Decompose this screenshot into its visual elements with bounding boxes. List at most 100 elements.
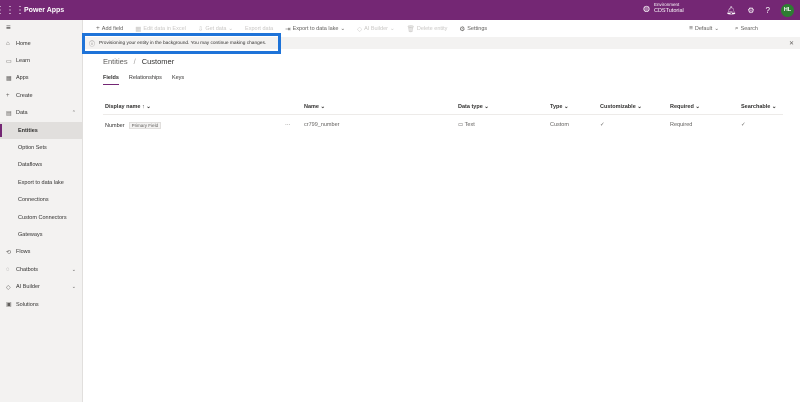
sidebar-item-dataflows[interactable]: Dataflows [0,157,82,174]
column-name[interactable]: Name ⌄ [304,104,325,110]
sidebar-item-label: Flows [16,249,31,256]
sidebar-item-label: Apps [16,75,29,82]
export-data-button[interactable]: Export data [245,26,273,32]
tab-keys[interactable]: Keys [172,75,184,85]
sidebar-item-home[interactable]: ⌂ Home [0,35,82,52]
chevron-up-icon: ⌃ [71,110,76,117]
tab-list: Fields Relationships Keys [103,75,184,85]
sidebar-item-label: Entities [18,127,38,134]
app-brand[interactable]: Power Apps [24,7,64,14]
text-type-icon: ▭ [458,122,464,128]
bell-icon[interactable]: 🔔︎ [726,6,736,15]
globe-icon: ◍ [643,4,650,13]
get-data-button[interactable]: ⇩ Get data ⌄ [198,25,233,33]
sidebar-item-label: Learn [16,58,31,65]
breadcrumb-current: Customer [141,57,175,66]
sidebar-item-label: Gateways [18,231,43,238]
more-options-icon[interactable]: ··· [285,122,291,128]
chevron-down-icon: ⌄ [389,25,395,32]
chevron-down-icon: ⌄ [71,266,76,273]
column-display-name[interactable]: Display name ↑ ⌄ [105,104,151,110]
search-placeholder: Search [740,25,758,32]
chevron-down-icon: ⌄ [228,25,234,32]
sidebar-item-ai-builder[interactable]: ◇ AI Builder ⌄ [0,278,82,295]
view-label: Default [694,25,713,32]
settings-label: Settings [467,25,488,32]
sidebar-item-flows[interactable]: ⟲ Flows [0,244,82,261]
sidebar-item-option-sets[interactable]: Option Sets [0,139,82,156]
close-icon[interactable]: ✕ [789,40,794,47]
sidebar-item-create[interactable]: + Create [0,87,82,104]
sidebar-item-export-to-data-lake[interactable]: Export to data lake [0,174,82,191]
data-type-text: Text [464,122,475,128]
export-lake-button[interactable]: ⇥ Export to data lake ⌄ [285,25,345,33]
column-customizable[interactable]: Customizable ⌄ [600,104,642,110]
help-icon[interactable]: ? [766,6,770,15]
waffle-icon[interactable]: ⋮⋮⋮ [0,0,25,20]
sidebar-item-custom-connectors[interactable]: Custom Connectors [0,209,82,226]
ai-builder-label: AI Builder [364,25,388,32]
settings-button[interactable]: ⚙ Settings [459,25,487,33]
excel-icon: ▦ [135,25,142,33]
sidebar-item-learn[interactable]: ▭ Learn [0,52,82,69]
chatbot-icon: ◌ [6,266,10,273]
sidebar-item-label: Home [16,40,31,47]
hamburger-icon[interactable]: ≡ [0,20,82,35]
highlight-box [82,33,281,54]
chevron-down-icon: ⌄ [695,104,700,110]
import-icon: ⇩ [197,25,204,33]
sidebar-item-label: Dataflows [18,162,43,169]
sidebar-item-connections[interactable]: Connections [0,192,82,209]
sidebar-item-label: Chatbots [16,266,39,273]
sidebar-item-label: Create [16,92,33,99]
cell-required: Required [670,122,693,128]
cell-display-name[interactable]: Number Primary Field [105,122,162,129]
home-icon: ⌂ [6,40,10,47]
sidebar-item-chatbots[interactable]: ◌ Chatbots ⌄ [0,261,82,278]
solutions-icon: ▣ [6,302,12,309]
column-label: Display name [105,104,141,110]
export-lake-label: Export to data lake [292,25,339,32]
sidebar-item-apps[interactable]: ▦ Apps [0,70,82,87]
get-data-label: Get data [205,25,227,32]
sidebar-item-gateways[interactable]: Gateways [0,226,82,243]
environment-picker[interactable]: ◍ Environment CDSTutorial [643,2,684,16]
ai-builder-icon: ◇ [357,25,363,33]
sidebar-item-data[interactable]: ▤ Data ⌃ [0,105,82,122]
sidebar-item-label: AI Builder [16,284,40,291]
sidebar-item-label: Custom Connectors [18,214,67,221]
searchable-check-icon: ✓ [741,122,746,128]
column-searchable[interactable]: Searchable ⌄ [741,104,777,110]
view-selector[interactable]: ≡ Default ⌄ [689,25,719,32]
column-label: Searchable [741,104,771,110]
column-required[interactable]: Required ⌄ [670,104,700,110]
customizable-check-icon: ✓ [600,122,605,128]
column-label: Type [550,104,563,110]
chevron-down-icon: ⌄ [563,104,569,110]
sidebar-item-solutions[interactable]: ▣ Solutions [0,296,82,313]
breadcrumb-entities[interactable]: Entities [103,57,128,66]
grid-header: Display name ↑ ⌄ Name ⌄ Data type ⌄ Type… [103,101,783,115]
tab-relationships[interactable]: Relationships [129,75,162,85]
chevron-down-icon: ⌄ [320,104,326,110]
cell-data-type: ▭ Text [458,122,475,128]
tab-fields[interactable]: Fields [103,75,119,85]
edit-data-excel-button[interactable]: ▦ Edit data in Excel [135,25,186,33]
delete-entity-button[interactable]: 🗑︎ Delete entity [407,25,448,33]
avatar[interactable]: HL [781,3,794,17]
sidebar-item-entities[interactable]: Entities [0,121,82,140]
add-field-button[interactable]: + Add field [96,25,123,32]
data-icon: ▤ [6,110,12,117]
primary-field-badge: Primary Field [128,122,162,129]
column-data-type[interactable]: Data type ⌄ [458,104,489,110]
chevron-down-icon: ⌄ [637,104,642,110]
search-input[interactable]: ⌕ Search [735,25,758,33]
table-row[interactable]: Number Primary Field ··· cr799_number ▭ T… [103,118,783,134]
column-type[interactable]: Type ⌄ [550,104,569,110]
filter-icon: ≡ [689,25,693,32]
book-icon: ▭ [6,58,12,65]
ai-builder-button[interactable]: ◇ AI Builder ⌄ [357,25,394,33]
breadcrumb-separator: / [133,57,136,66]
gear-icon[interactable]: ⚙ [747,6,754,15]
add-field-label: Add field [101,25,124,32]
